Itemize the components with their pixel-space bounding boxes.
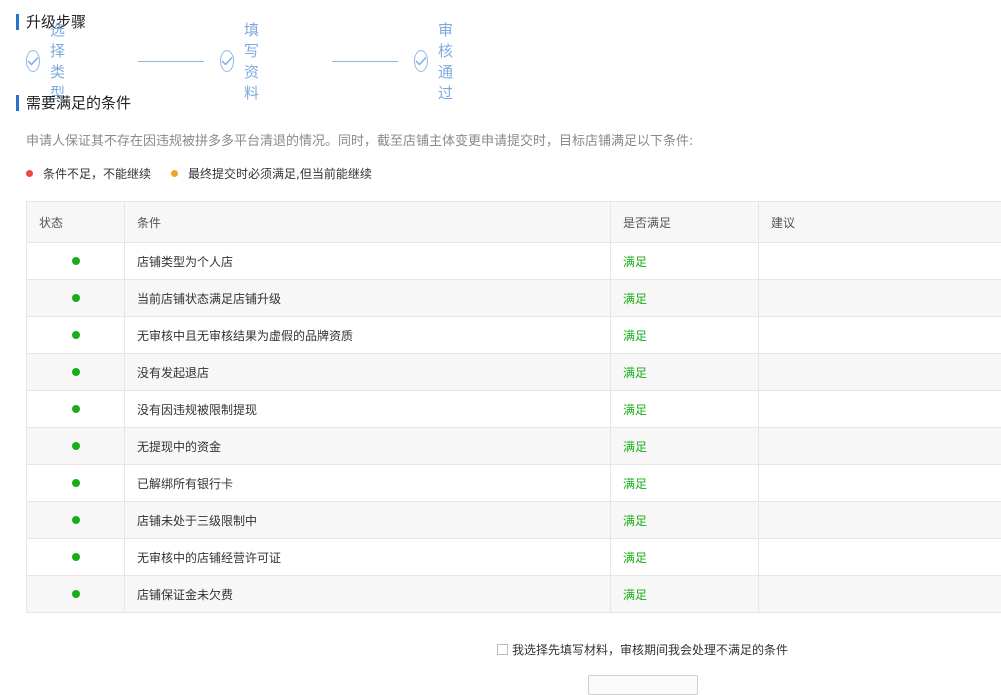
status-cell bbox=[27, 465, 125, 502]
advice-cell bbox=[759, 243, 1001, 280]
orange-dot-icon bbox=[171, 170, 178, 177]
step-connector bbox=[332, 61, 398, 62]
table-row: 无审核中的店铺经营许可证 满足 bbox=[27, 539, 1001, 576]
legend-item-warning: 最终提交时必须满足,但当前能继续 bbox=[171, 165, 372, 182]
step-connector bbox=[138, 61, 204, 62]
satisfied-cell: 满足 bbox=[611, 391, 759, 428]
condition-cell: 无审核中的店铺经营许可证 bbox=[125, 539, 611, 576]
green-dot-icon bbox=[72, 516, 80, 524]
conditions-table: 状态 条件 是否满足 建议 店铺类型为个人店 满足 当前店铺状态满足店铺升级 满… bbox=[26, 201, 1001, 613]
status-cell bbox=[27, 243, 125, 280]
agreement-checkbox[interactable] bbox=[497, 644, 508, 655]
advice-cell bbox=[759, 280, 1001, 317]
green-dot-icon bbox=[72, 442, 80, 450]
submit-button[interactable] bbox=[588, 675, 698, 695]
legend-label: 最终提交时必须满足,但当前能继续 bbox=[188, 165, 372, 182]
green-dot-icon bbox=[72, 553, 80, 561]
satisfied-cell: 满足 bbox=[611, 243, 759, 280]
agreement-label: 我选择先填写材料，审核期间我会处理不满足的条件 bbox=[512, 641, 788, 658]
advice-cell bbox=[759, 317, 1001, 354]
condition-cell: 店铺类型为个人店 bbox=[125, 243, 611, 280]
agreement-option[interactable]: 我选择先填写材料，审核期间我会处理不满足的条件 bbox=[497, 641, 788, 658]
legend-item-blocking: 条件不足，不能继续 bbox=[26, 165, 151, 182]
check-icon bbox=[26, 50, 40, 72]
condition-cell: 店铺未处于三级限制中 bbox=[125, 502, 611, 539]
condition-cell: 当前店铺状态满足店铺升级 bbox=[125, 280, 611, 317]
green-dot-icon bbox=[72, 331, 80, 339]
green-dot-icon bbox=[72, 294, 80, 302]
table-row: 店铺保证金未欠费 满足 bbox=[27, 576, 1001, 613]
satisfied-cell: 满足 bbox=[611, 539, 759, 576]
green-dot-icon bbox=[72, 405, 80, 413]
table-row: 店铺类型为个人店 满足 bbox=[27, 243, 1001, 280]
advice-cell bbox=[759, 354, 1001, 391]
satisfied-cell: 满足 bbox=[611, 465, 759, 502]
condition-cell: 无提现中的资金 bbox=[125, 428, 611, 465]
table-row: 当前店铺状态满足店铺升级 满足 bbox=[27, 280, 1001, 317]
satisfied-cell: 满足 bbox=[611, 354, 759, 391]
satisfied-cell: 满足 bbox=[611, 502, 759, 539]
advice-cell bbox=[759, 576, 1001, 613]
green-dot-icon bbox=[72, 368, 80, 376]
advice-cell bbox=[759, 391, 1001, 428]
advice-cell bbox=[759, 502, 1001, 539]
status-cell bbox=[27, 317, 125, 354]
table-row: 已解绑所有银行卡 满足 bbox=[27, 465, 1001, 502]
satisfied-cell: 满足 bbox=[611, 428, 759, 465]
step-label: 审核通过 bbox=[438, 19, 461, 103]
green-dot-icon bbox=[72, 479, 80, 487]
condition-cell: 无审核中且无审核结果为虚假的品牌资质 bbox=[125, 317, 611, 354]
advice-cell bbox=[759, 428, 1001, 465]
legend-label: 条件不足，不能继续 bbox=[43, 165, 151, 182]
check-icon bbox=[220, 50, 234, 72]
status-cell bbox=[27, 354, 125, 391]
condition-cell: 已解绑所有银行卡 bbox=[125, 465, 611, 502]
advice-cell bbox=[759, 465, 1001, 502]
step-label: 选择类型 bbox=[50, 19, 73, 103]
table-row: 没有发起退店 满足 bbox=[27, 354, 1001, 391]
status-legend: 条件不足，不能继续 最终提交时必须满足,但当前能继续 bbox=[26, 165, 392, 182]
status-cell bbox=[27, 539, 125, 576]
check-icon bbox=[414, 50, 428, 72]
table-row: 无审核中且无审核结果为虚假的品牌资质 满足 bbox=[27, 317, 1001, 354]
step-label: 填写资料 bbox=[244, 19, 267, 103]
step-review-passed: 审核通过 bbox=[414, 48, 461, 74]
header-satisfied: 是否满足 bbox=[611, 202, 759, 243]
satisfied-cell: 满足 bbox=[611, 280, 759, 317]
table-row: 店铺未处于三级限制中 满足 bbox=[27, 502, 1001, 539]
status-cell bbox=[27, 391, 125, 428]
header-condition: 条件 bbox=[125, 202, 611, 243]
advice-cell bbox=[759, 539, 1001, 576]
step-fill-info: 填写资料 bbox=[220, 48, 267, 74]
conditions-description: 申请人保证其不存在因违规被拼多多平台清退的情况。同时，截至店铺主体变更申请提交时… bbox=[26, 130, 693, 149]
red-dot-icon bbox=[26, 170, 33, 177]
status-cell bbox=[27, 428, 125, 465]
condition-cell: 没有因违规被限制提现 bbox=[125, 391, 611, 428]
green-dot-icon bbox=[72, 590, 80, 598]
satisfied-cell: 满足 bbox=[611, 576, 759, 613]
condition-cell: 没有发起退店 bbox=[125, 354, 611, 391]
status-cell bbox=[27, 280, 125, 317]
condition-cell: 店铺保证金未欠费 bbox=[125, 576, 611, 613]
satisfied-cell: 满足 bbox=[611, 317, 759, 354]
status-cell bbox=[27, 502, 125, 539]
header-advice: 建议 bbox=[759, 202, 1001, 243]
step-select-type: 选择类型 bbox=[26, 48, 73, 74]
table-row: 没有因违规被限制提现 满足 bbox=[27, 391, 1001, 428]
header-status: 状态 bbox=[27, 202, 125, 243]
status-cell bbox=[27, 576, 125, 613]
table-header-row: 状态 条件 是否满足 建议 bbox=[27, 202, 1001, 243]
green-dot-icon bbox=[72, 257, 80, 265]
conditions-title: 需要满足的条件 bbox=[16, 95, 131, 111]
table-row: 无提现中的资金 满足 bbox=[27, 428, 1001, 465]
